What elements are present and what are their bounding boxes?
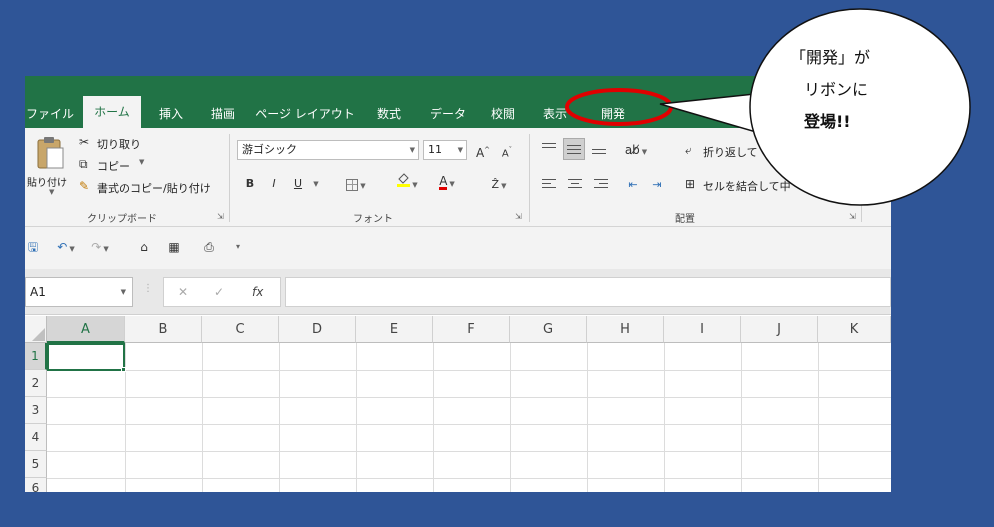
highlight-ring	[565, 88, 673, 126]
callout-line: リボンに	[804, 80, 869, 99]
speech-bubble-join	[755, 93, 779, 129]
callout-line: 「開発」が	[790, 48, 871, 67]
callout-line: 登場!!	[804, 112, 851, 131]
callout-text: 「開発」が リボンに 登場!!	[782, 42, 942, 138]
